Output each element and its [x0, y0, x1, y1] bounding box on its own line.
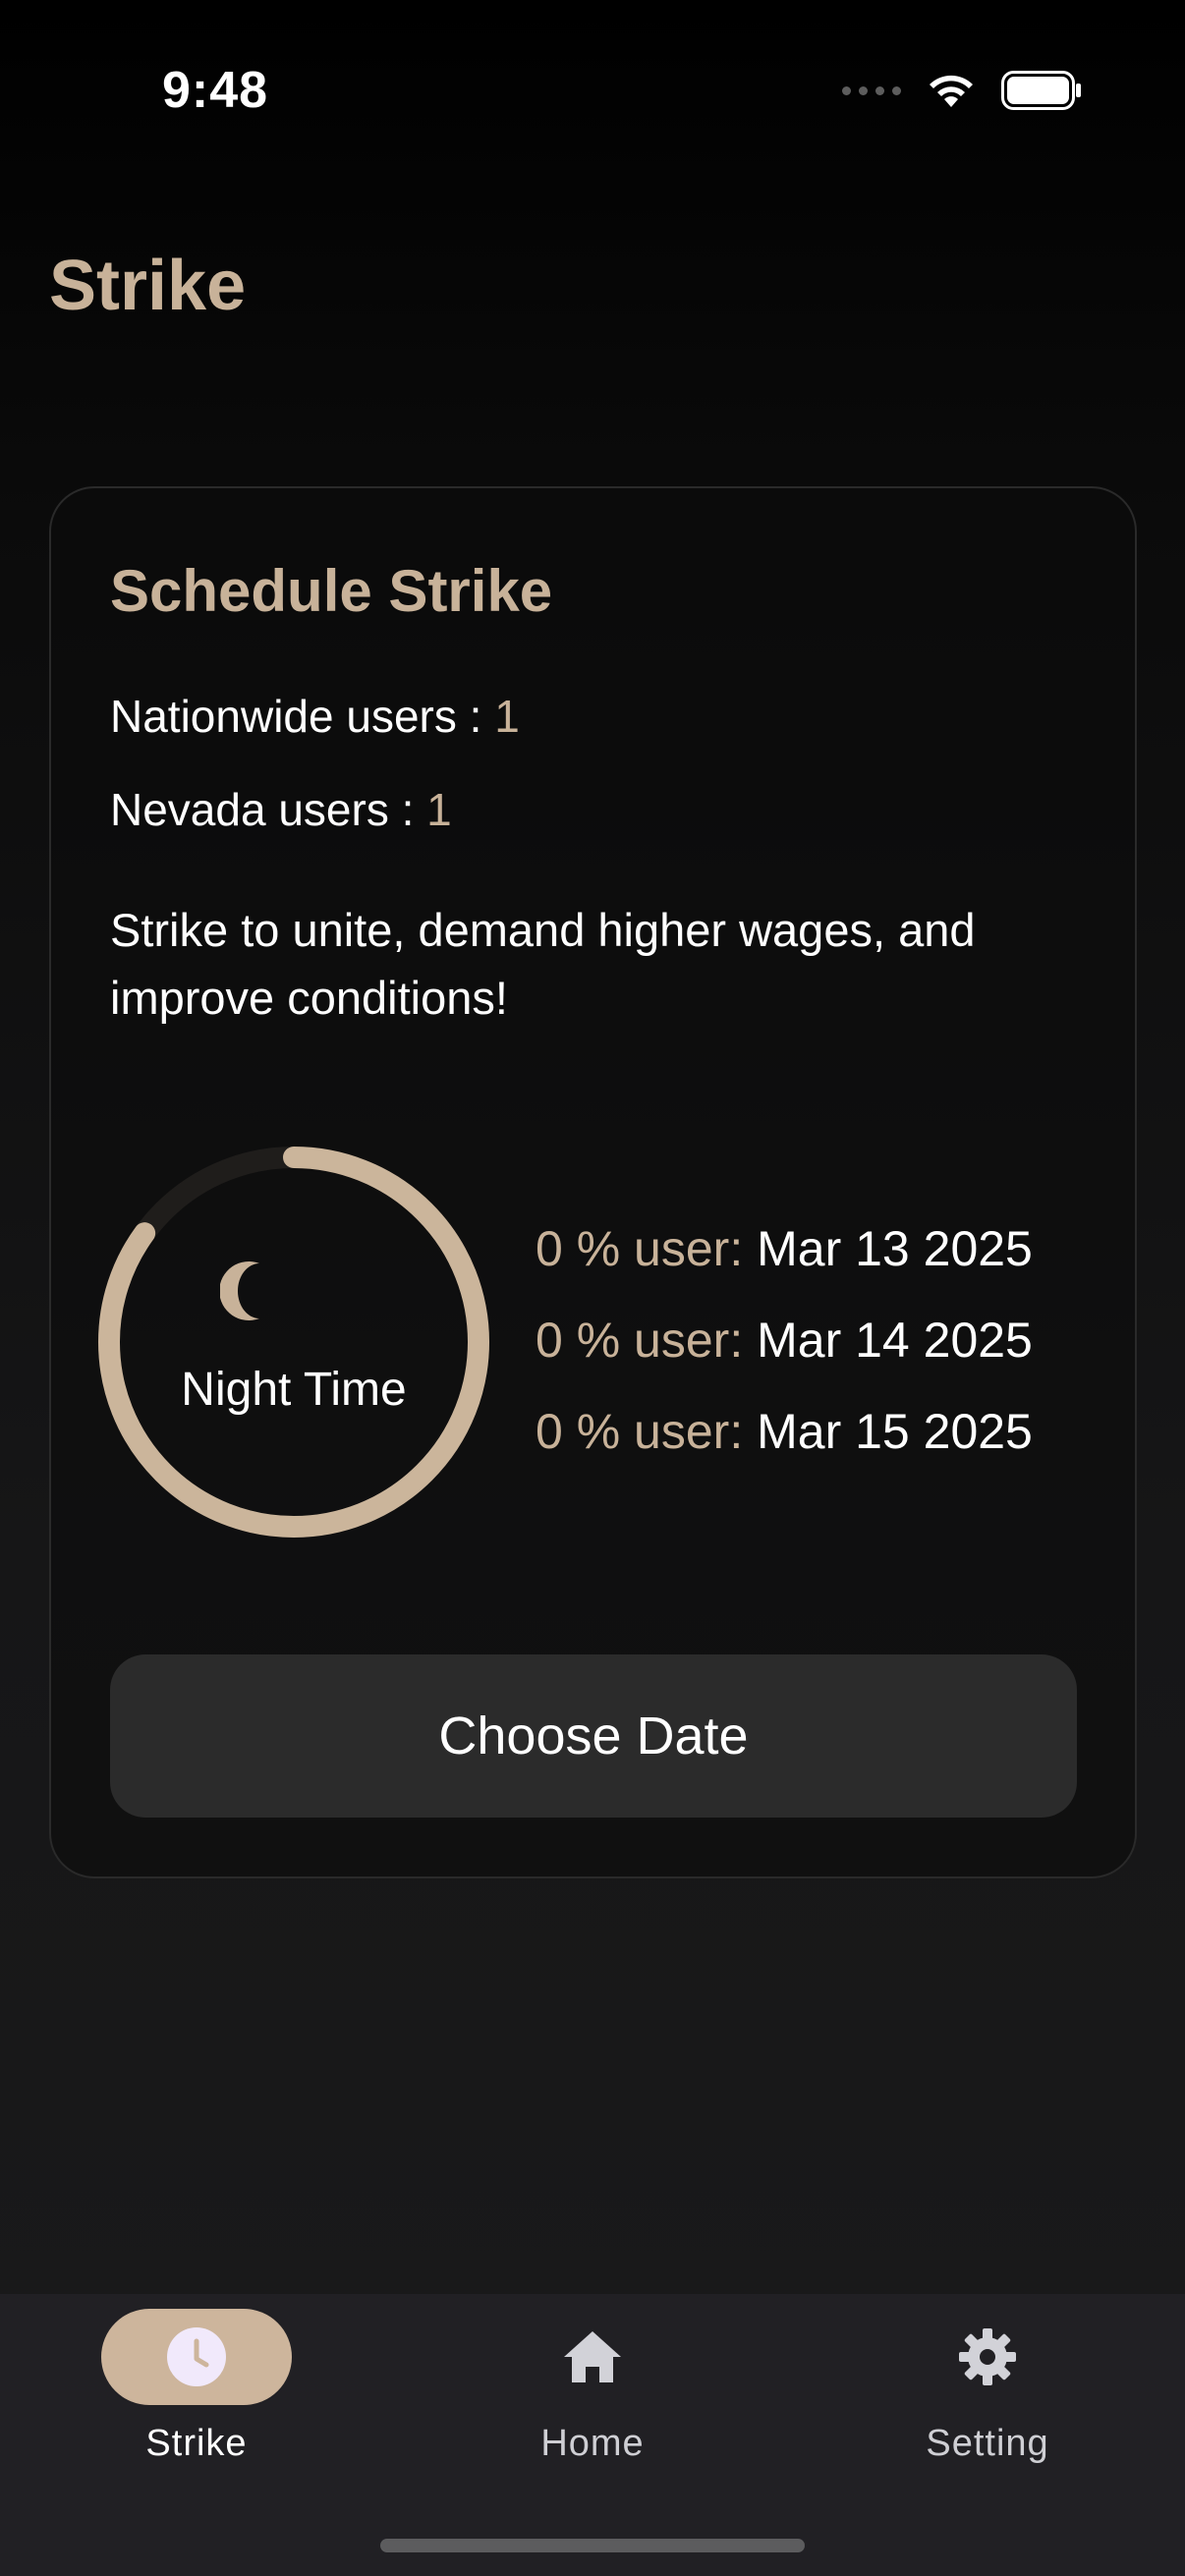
nav-label: Home	[540, 2423, 645, 2464]
nav-label: Setting	[926, 2423, 1049, 2464]
state-users-stat: Nevada users : 1	[110, 783, 452, 836]
page-title: Strike	[49, 247, 247, 325]
nav-item-setting[interactable]: Setting	[840, 2309, 1135, 2465]
date-value: Mar 14 2025	[757, 1313, 1033, 1368]
home-indicator[interactable]	[380, 2539, 805, 2552]
date-percent: 0 % user:	[536, 1313, 744, 1368]
nationwide-users-count: 1	[494, 691, 520, 742]
nationwide-users-stat: Nationwide users : 1	[110, 690, 520, 743]
date-value: Mar 13 2025	[757, 1221, 1033, 1276]
nav-item-home[interactable]: Home	[445, 2309, 740, 2465]
status-time: 9:48	[162, 62, 269, 119]
nav-label: Strike	[145, 2423, 248, 2464]
nav-item-strike[interactable]: Strike	[49, 2309, 344, 2465]
progress-ring	[98, 1147, 489, 1538]
date-row: 0 % user: Mar 14 2025	[536, 1312, 1033, 1369]
gear-icon	[959, 2328, 1016, 2385]
cellular-signal-icon	[842, 85, 901, 95]
clock-icon	[167, 2327, 226, 2386]
ring-label: Night Time	[181, 1364, 407, 1416]
progress-ring-graphic	[98, 1147, 489, 1538]
choose-date-button[interactable]: Choose Date	[110, 1654, 1077, 1818]
slogan-text: Strike to unite, demand higher wages, an…	[110, 904, 976, 1024]
schedule-strike-card: Schedule Strike Nationwide users : 1 Nev…	[49, 486, 1137, 1878]
card-title: Schedule Strike	[110, 558, 553, 624]
battery-icon	[1001, 71, 1081, 110]
state-users-count: 1	[426, 784, 452, 835]
date-percent: 0 % user:	[536, 1221, 744, 1276]
state-users-label: Nevada users :	[110, 784, 427, 835]
bottom-nav: Strike Home Setting	[0, 2294, 1185, 2576]
date-value: Mar 15 2025	[757, 1404, 1033, 1459]
date-row: 0 % user: Mar 13 2025	[536, 1220, 1033, 1277]
wifi-icon	[930, 75, 973, 107]
nav-pill	[101, 2309, 292, 2405]
nationwide-users-label: Nationwide users :	[110, 691, 495, 742]
date-percent: 0 % user:	[536, 1404, 744, 1459]
nav-pill	[497, 2309, 688, 2405]
status-icons	[842, 71, 1082, 110]
screen: 9:48 Strike Schedule Strike Nationwide u…	[0, 0, 1185, 2576]
nav-pill	[892, 2309, 1083, 2405]
date-row: 0 % user: Mar 15 2025	[536, 1403, 1033, 1460]
home-icon	[564, 2331, 621, 2382]
moon-icon	[220, 1261, 259, 1320]
